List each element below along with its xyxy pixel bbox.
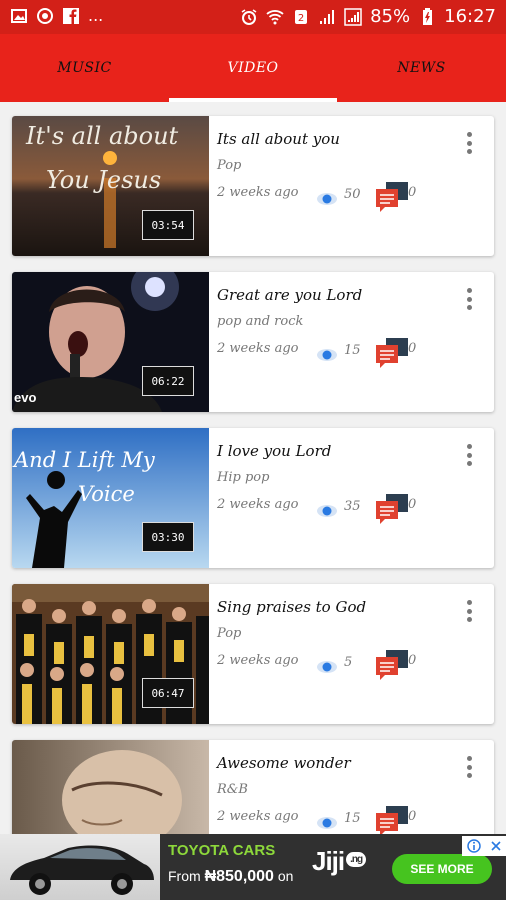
ad-price-value: ₦850,000 xyxy=(204,868,274,885)
view-count: 5 xyxy=(344,655,353,670)
view-count: 50 xyxy=(344,187,361,202)
tab-news[interactable]: NEWS xyxy=(337,34,506,102)
duration-badge: 06:47 xyxy=(142,678,194,708)
video-card[interactable]: evo 06:22 Great are you Lord pop and roc… xyxy=(12,272,494,412)
video-title[interactable]: Sing praises to God xyxy=(217,598,366,616)
wifi-icon xyxy=(266,9,284,24)
video-thumbnail[interactable]: And I Lift My Voice 03:30 xyxy=(12,428,209,568)
facebook-icon xyxy=(63,7,79,24)
comment-count: 0 xyxy=(408,341,417,356)
video-genre: Pop xyxy=(217,626,242,641)
comment-count: 0 xyxy=(408,497,417,512)
views-icon xyxy=(317,505,337,517)
more-options-icon[interactable] xyxy=(466,132,472,154)
svg-text:2: 2 xyxy=(298,13,304,24)
more-options-icon[interactable] xyxy=(466,288,472,310)
more-notifications-indicator: ... xyxy=(88,6,104,25)
signal-2-icon xyxy=(344,7,362,26)
duration-badge: 06:22 xyxy=(142,366,194,396)
battery-charging-icon xyxy=(423,7,433,25)
ad-price: From ₦850,000 on xyxy=(168,868,293,886)
video-title[interactable]: Great are you Lord xyxy=(217,286,362,304)
comment-count: 0 xyxy=(408,185,417,200)
ad-price-suffix: on xyxy=(277,868,294,884)
video-genre: pop and rock xyxy=(217,314,304,329)
ad-car-image xyxy=(0,834,160,900)
thumbnail-text-line-1: And I Lift My xyxy=(14,448,155,472)
thumbnail-text-line-1: It's all about xyxy=(26,122,179,150)
video-title[interactable]: I love you Lord xyxy=(217,442,331,460)
ad-banner[interactable]: TOYOTA CARS From ₦850,000 on Jiji .ng SEE… xyxy=(0,834,506,900)
battery-percentage: 85% xyxy=(370,6,411,27)
tab-music[interactable]: MUSIC xyxy=(0,34,169,102)
comments-icon[interactable] xyxy=(376,650,410,680)
alarm-icon xyxy=(241,8,257,25)
comment-count: 0 xyxy=(408,809,417,824)
signal-icon xyxy=(320,9,335,24)
clock: 16:27 xyxy=(444,6,496,27)
video-title[interactable]: Its all about you xyxy=(217,130,340,148)
status-bar: ... 2 85% 16:27 xyxy=(0,0,506,34)
views-icon xyxy=(317,349,337,361)
video-age: 2 weeks ago xyxy=(217,497,299,512)
ad-brand-logo: Jiji .ng xyxy=(312,846,367,877)
video-card[interactable]: It's all about You Jesus 03:54 Its all a… xyxy=(12,116,494,256)
thumbnail-watermark: evo xyxy=(14,390,37,405)
video-genre: Pop xyxy=(217,158,242,173)
ad-choices[interactable] xyxy=(462,836,506,856)
selected-tab-indicator xyxy=(169,98,337,102)
ad-brand-tld: .ng xyxy=(346,852,367,867)
thumbnail-text-line-2: Voice xyxy=(78,482,135,506)
comments-icon[interactable] xyxy=(376,338,410,368)
sim-2-icon: 2 xyxy=(295,9,308,24)
video-genre: R&B xyxy=(217,782,248,797)
view-count: 15 xyxy=(344,811,361,826)
more-options-icon[interactable] xyxy=(466,756,472,778)
view-count: 35 xyxy=(344,499,361,514)
video-age: 2 weeks ago xyxy=(217,809,299,824)
duration-badge: 03:54 xyxy=(142,210,194,240)
video-thumbnail[interactable]: It's all about You Jesus 03:54 xyxy=(12,116,209,256)
ad-price-prefix: From xyxy=(168,868,201,884)
duration-badge: 03:30 xyxy=(142,522,194,552)
car-icon xyxy=(10,845,154,895)
video-card[interactable]: 06:47 Sing praises to God Pop 2 weeks ag… xyxy=(12,584,494,724)
video-age: 2 weeks ago xyxy=(217,653,299,668)
ad-info-icon[interactable] xyxy=(466,839,481,853)
video-genre: Hip pop xyxy=(217,470,270,485)
views-icon xyxy=(317,661,337,673)
tab-video-label: VIDEO xyxy=(227,60,279,76)
more-options-icon[interactable] xyxy=(466,600,472,622)
video-thumbnail[interactable]: 06:47 xyxy=(12,584,209,724)
views-icon xyxy=(317,817,337,829)
tab-bar: MUSIC VIDEO NEWS xyxy=(0,34,506,102)
tab-video[interactable]: VIDEO xyxy=(169,34,337,102)
video-age: 2 weeks ago xyxy=(217,341,299,356)
ad-brand-name: Jiji xyxy=(312,846,345,876)
more-options-icon[interactable] xyxy=(466,444,472,466)
video-thumbnail[interactable]: evo 06:22 xyxy=(12,272,209,412)
video-title[interactable]: Awesome wonder xyxy=(217,754,351,772)
ad-see-more-button[interactable]: SEE MORE xyxy=(392,854,492,884)
notification-circle-icon xyxy=(37,7,53,24)
image-notification-icon xyxy=(11,8,27,23)
view-count: 15 xyxy=(344,343,361,358)
tab-music-label: MUSIC xyxy=(57,60,112,76)
views-icon xyxy=(317,193,337,205)
comment-count: 0 xyxy=(408,653,417,668)
tab-news-label: NEWS xyxy=(397,60,446,76)
comments-icon[interactable] xyxy=(376,494,410,524)
comments-icon[interactable] xyxy=(376,182,410,212)
comments-icon[interactable] xyxy=(376,806,410,836)
ad-close-icon[interactable] xyxy=(490,840,502,852)
thumbnail-text-line-2: You Jesus xyxy=(46,166,162,194)
ad-title: TOYOTA CARS xyxy=(168,842,276,859)
video-card[interactable]: And I Lift My Voice 03:30 I love you Lor… xyxy=(12,428,494,568)
video-age: 2 weeks ago xyxy=(217,185,299,200)
